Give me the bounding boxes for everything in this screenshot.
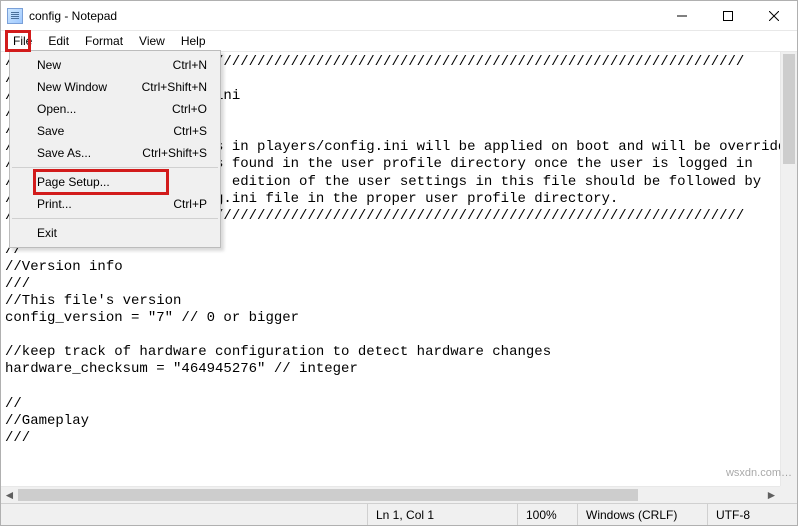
menu-item-shortcut: Ctrl+S bbox=[173, 124, 207, 138]
file-menu-new[interactable]: New Ctrl+N bbox=[11, 54, 219, 76]
watermark-text: wsxdn.com… bbox=[726, 467, 792, 479]
menu-item-label: Print... bbox=[37, 197, 72, 211]
minimize-button[interactable] bbox=[659, 1, 705, 30]
notepad-app-icon bbox=[7, 8, 23, 24]
scroll-left-arrow-icon[interactable]: ◄ bbox=[1, 487, 18, 504]
file-menu-new-window[interactable]: New Window Ctrl+Shift+N bbox=[11, 76, 219, 98]
horizontal-scrollbar-track[interactable] bbox=[18, 487, 763, 503]
file-menu-exit[interactable]: Exit bbox=[11, 222, 219, 244]
menu-separator bbox=[12, 218, 218, 219]
status-zoom: 100% bbox=[517, 504, 577, 525]
menu-separator bbox=[12, 167, 218, 168]
menu-item-label: Save bbox=[37, 124, 64, 138]
menubar: File Edit Format View Help bbox=[1, 31, 797, 51]
file-menu-print[interactable]: Print... Ctrl+P bbox=[11, 193, 219, 215]
horizontal-scrollbar-thumb[interactable] bbox=[18, 489, 638, 501]
menu-item-shortcut: Ctrl+Shift+S bbox=[142, 146, 207, 160]
file-menu-open[interactable]: Open... Ctrl+O bbox=[11, 98, 219, 120]
file-dropdown: New Ctrl+N New Window Ctrl+Shift+N Open.… bbox=[9, 50, 221, 248]
menu-item-shortcut: Ctrl+Shift+N bbox=[142, 80, 207, 94]
vertical-scrollbar-thumb[interactable] bbox=[783, 54, 795, 164]
menu-item-label: Page Setup... bbox=[37, 175, 110, 189]
horizontal-scrollbar[interactable]: ◄ ► bbox=[1, 486, 780, 503]
file-menu-save-as[interactable]: Save As... Ctrl+Shift+S bbox=[11, 142, 219, 164]
file-menu-save[interactable]: Save Ctrl+S bbox=[11, 120, 219, 142]
close-button[interactable] bbox=[751, 1, 797, 30]
scrollbar-corner bbox=[780, 486, 797, 503]
window-title: config - Notepad bbox=[29, 9, 117, 23]
menu-item-label: Open... bbox=[37, 102, 76, 116]
menu-help[interactable]: Help bbox=[173, 31, 214, 51]
scroll-right-arrow-icon[interactable]: ► bbox=[763, 487, 780, 504]
maximize-button[interactable] bbox=[705, 1, 751, 30]
status-line-ending: Windows (CRLF) bbox=[577, 504, 707, 525]
menu-item-label: New bbox=[37, 58, 61, 72]
menu-item-label: Save As... bbox=[37, 146, 91, 160]
vertical-scrollbar[interactable] bbox=[780, 52, 797, 486]
titlebar: config - Notepad bbox=[1, 1, 797, 31]
menu-item-shortcut: Ctrl+P bbox=[173, 197, 207, 211]
file-menu-page-setup[interactable]: Page Setup... bbox=[11, 171, 219, 193]
menu-item-shortcut: Ctrl+N bbox=[173, 58, 207, 72]
status-position: Ln 1, Col 1 bbox=[367, 504, 517, 525]
window-controls bbox=[659, 1, 797, 30]
menu-edit[interactable]: Edit bbox=[40, 31, 77, 51]
menu-item-label: Exit bbox=[37, 226, 57, 240]
menu-file[interactable]: File bbox=[5, 31, 40, 51]
statusbar: Ln 1, Col 1 100% Windows (CRLF) UTF-8 bbox=[1, 503, 797, 525]
menu-format[interactable]: Format bbox=[77, 31, 131, 51]
status-encoding: UTF-8 bbox=[707, 504, 797, 525]
menu-item-label: New Window bbox=[37, 80, 107, 94]
menu-view[interactable]: View bbox=[131, 31, 173, 51]
menu-item-shortcut: Ctrl+O bbox=[172, 102, 207, 116]
